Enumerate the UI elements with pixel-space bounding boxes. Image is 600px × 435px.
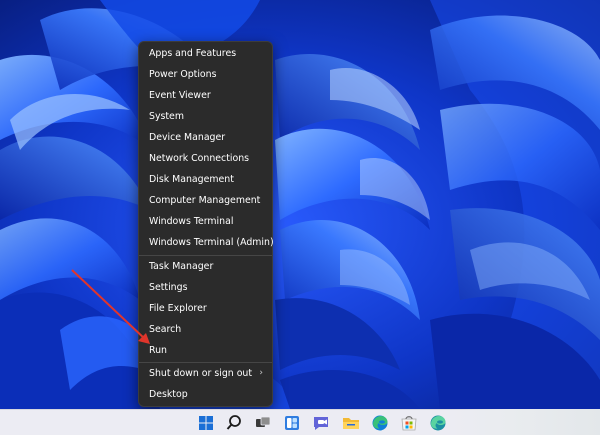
menu-item-windows-terminal[interactable]: Windows Terminal bbox=[139, 211, 272, 232]
bloom-wallpaper bbox=[0, 0, 600, 409]
edge-icon[interactable] bbox=[370, 413, 390, 433]
chevron-right-icon: › bbox=[259, 368, 263, 378]
menu-item-computer-management[interactable]: Computer Management bbox=[139, 190, 272, 211]
menu-item-label: Shut down or sign out bbox=[149, 368, 253, 379]
teams-chat-icon[interactable] bbox=[311, 413, 331, 433]
store-icon[interactable] bbox=[399, 413, 419, 433]
menu-item-run[interactable]: Run bbox=[139, 340, 272, 361]
menu-item-file-explorer[interactable]: File Explorer bbox=[139, 298, 272, 319]
menu-item-event-viewer[interactable]: Event Viewer bbox=[139, 85, 272, 106]
menu-item-desktop[interactable]: Desktop bbox=[139, 384, 272, 405]
menu-item-shut-down-or-sign-out[interactable]: Shut down or sign out › bbox=[139, 363, 272, 384]
menu-item-task-manager[interactable]: Task Manager bbox=[139, 256, 272, 277]
file-explorer-icon[interactable] bbox=[341, 413, 361, 433]
widgets-icon[interactable] bbox=[282, 413, 302, 433]
menu-item-device-manager[interactable]: Device Manager bbox=[139, 127, 272, 148]
desktop: Apps and Features Power Options Event Vi… bbox=[0, 0, 600, 409]
menu-item-settings[interactable]: Settings bbox=[139, 277, 272, 298]
menu-item-system[interactable]: System bbox=[139, 106, 272, 127]
menu-item-network-connections[interactable]: Network Connections bbox=[139, 148, 272, 169]
start-icon[interactable] bbox=[196, 413, 216, 433]
edge-dev-icon[interactable] bbox=[428, 413, 448, 433]
menu-item-search[interactable]: Search bbox=[139, 319, 272, 340]
search-icon[interactable] bbox=[224, 413, 244, 433]
menu-item-disk-management[interactable]: Disk Management bbox=[139, 169, 272, 190]
winx-context-menu: Apps and Features Power Options Event Vi… bbox=[138, 41, 274, 407]
menu-item-windows-terminal-admin[interactable]: Windows Terminal (Admin) bbox=[139, 232, 274, 253]
menu-item-apps-and-features[interactable]: Apps and Features bbox=[139, 43, 272, 64]
menu-item-power-options[interactable]: Power Options bbox=[139, 64, 272, 85]
watermark-overlay bbox=[450, 409, 600, 435]
task-view-icon[interactable] bbox=[253, 413, 273, 433]
